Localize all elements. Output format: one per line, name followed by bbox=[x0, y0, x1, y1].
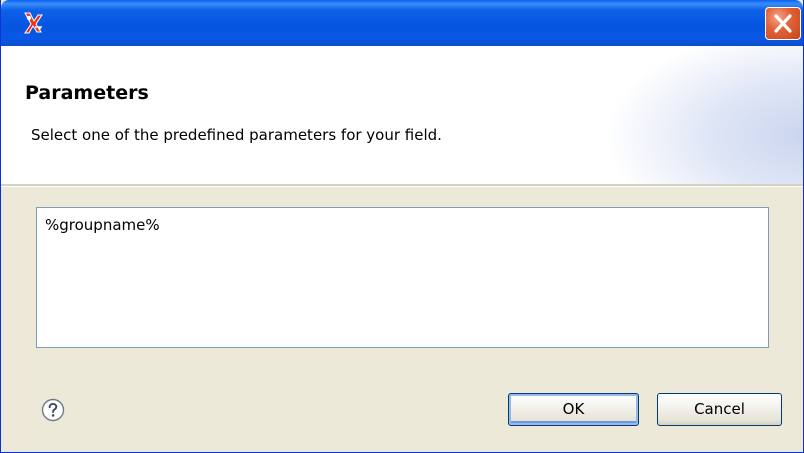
header-divider bbox=[1, 184, 803, 187]
page-title: Parameters bbox=[25, 82, 149, 104]
list-item[interactable]: %groupname% bbox=[45, 216, 160, 234]
header-panel: Parameters Select one of the predefined … bbox=[1, 46, 803, 184]
app-logo-icon bbox=[21, 10, 47, 36]
page-description: Select one of the predefined parameters … bbox=[31, 126, 442, 144]
cancel-button[interactable]: Cancel bbox=[657, 393, 782, 426]
header-decoration bbox=[603, 46, 803, 184]
help-icon[interactable] bbox=[41, 398, 65, 422]
title-bar[interactable] bbox=[1, 0, 803, 46]
ok-button[interactable]: OK bbox=[508, 393, 639, 426]
parameters-dialog: Parameters Select one of the predefined … bbox=[0, 0, 804, 453]
parameters-list[interactable]: %groupname% bbox=[36, 207, 769, 348]
close-button[interactable] bbox=[765, 7, 801, 40]
